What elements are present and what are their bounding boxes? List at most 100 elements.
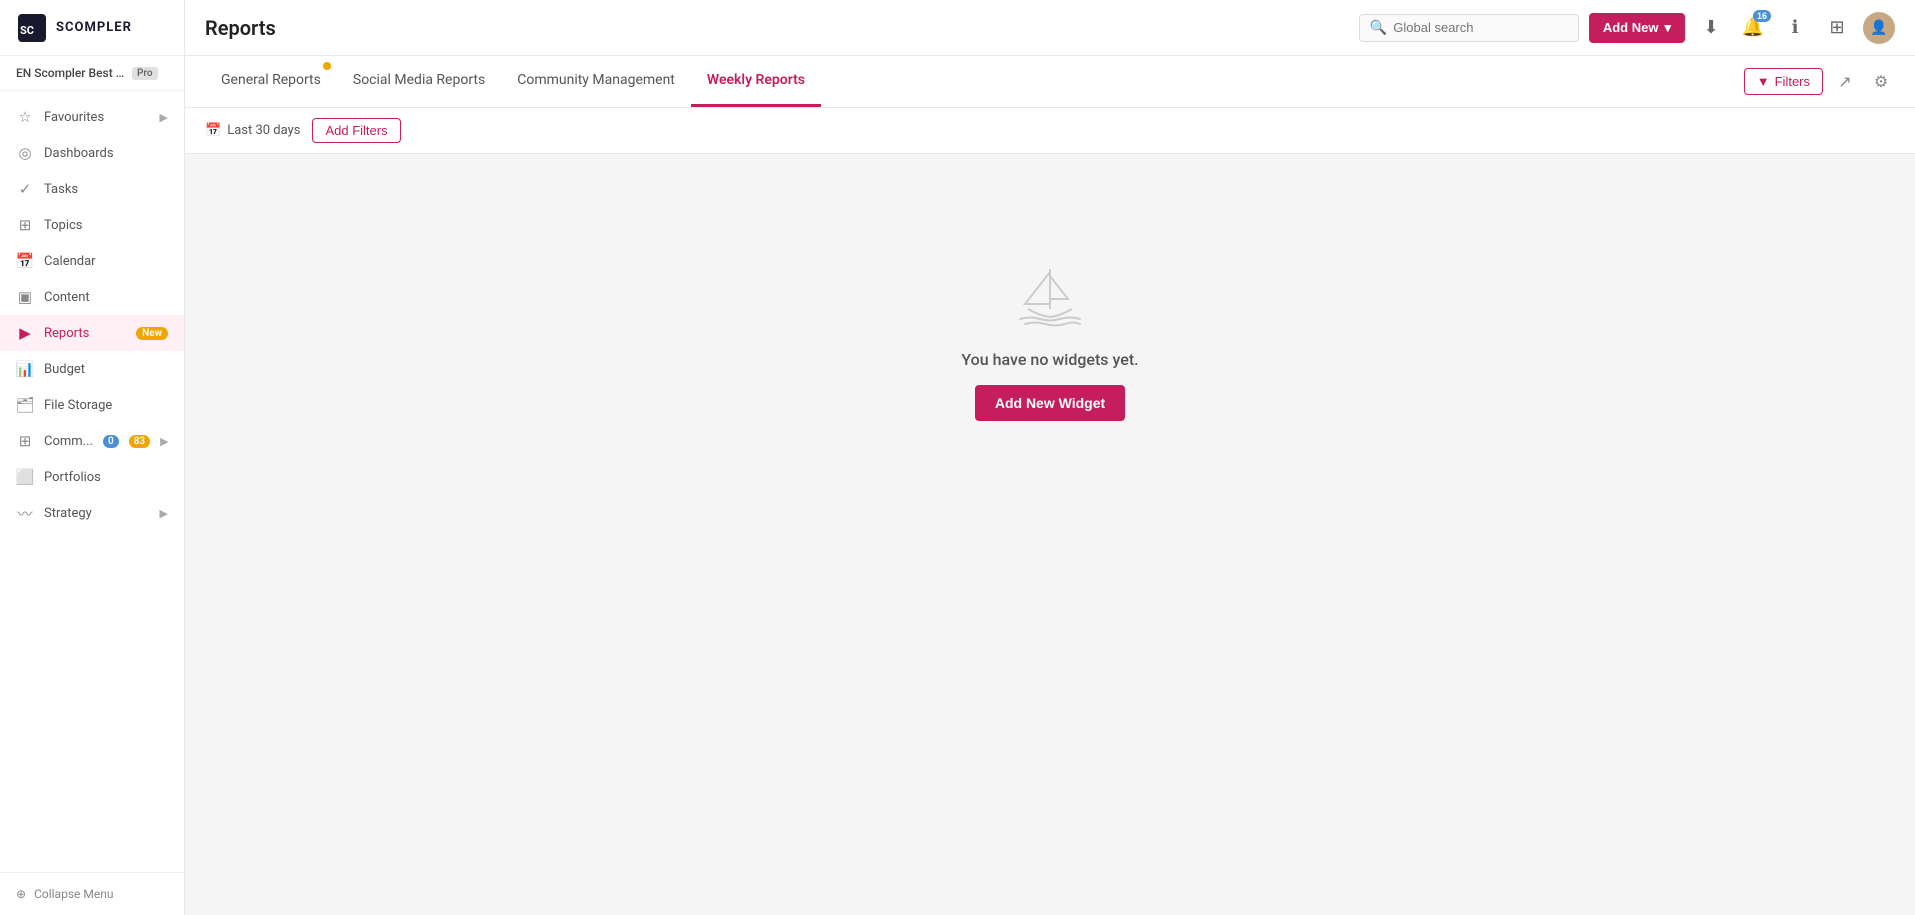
collapse-label: Collapse Menu (34, 887, 113, 901)
sidebar-label-favourites: Favourites (44, 110, 150, 125)
avatar-image: 👤 (1870, 20, 1887, 36)
tab-social-media-label: Social Media Reports (353, 72, 485, 88)
download-icon: ⬇ (1703, 17, 1718, 38)
download-button[interactable]: ⬇ (1695, 12, 1727, 44)
tab-actions: ▼ Filters ↗ ⚙ (1744, 68, 1895, 96)
add-filters-label: Add Filters (325, 123, 387, 138)
comms-badge-83: 83 (129, 435, 150, 448)
sidebar-item-budget[interactable]: 📊 Budget (0, 351, 184, 387)
comms-badge-0: 0 (103, 435, 119, 448)
pro-badge: Pro (132, 67, 158, 80)
sidebar-item-comms[interactable]: ⊞ Comm... 0 83 ▶ (0, 423, 184, 459)
add-new-chevron-icon: ▾ (1664, 20, 1671, 36)
settings-button[interactable]: ⚙ (1867, 68, 1895, 96)
filters-label: Filters (1775, 74, 1810, 89)
empty-state-title: You have no widgets yet. (961, 350, 1138, 369)
sidebar-label-comms: Comm... (44, 434, 93, 449)
comms-icon: ⊞ (16, 432, 34, 450)
apps-button[interactable]: ⊞ (1821, 12, 1853, 44)
sidebar-item-tasks[interactable]: ✓ Tasks (0, 171, 184, 207)
date-range-label: Last 30 days (227, 123, 300, 138)
tab-social-media-reports[interactable]: Social Media Reports (337, 56, 501, 107)
sidebar-item-calendar[interactable]: 📅 Calendar (0, 243, 184, 279)
file-storage-icon: 🗂 (16, 396, 34, 414)
logo-area: SC SCOMPLER (0, 0, 184, 56)
export-button[interactable]: ↗ (1831, 68, 1859, 96)
empty-state: You have no widgets yet. Add New Widget (185, 154, 1915, 521)
sidebar-item-portfolios[interactable]: ⬜ Portfolios (0, 459, 184, 495)
favourites-icon: ☆ (16, 108, 34, 126)
general-reports-dot-badge (323, 62, 331, 70)
tab-general-reports-label: General Reports (221, 72, 321, 88)
topics-icon: ⊞ (16, 216, 34, 234)
calendar-filter-icon: 📅 (205, 123, 221, 138)
collapse-icon: ⊕ (16, 887, 26, 901)
sidebar-item-topics[interactable]: ⊞ Topics (0, 207, 184, 243)
filter-icon: ▼ (1757, 74, 1770, 89)
main-content: Reports 🔍 Add New ▾ ⬇ 🔔 16 ℹ ⊞ (185, 0, 1915, 915)
sidebar-item-dashboards[interactable]: ◎ Dashboards (0, 135, 184, 171)
user-avatar[interactable]: 👤 (1863, 12, 1895, 44)
sub-header: General Reports Social Media Reports Com… (185, 56, 1915, 108)
empty-state-sailboat-icon (1010, 254, 1090, 334)
tab-community-management[interactable]: Community Management (501, 56, 691, 107)
tabs-container: General Reports Social Media Reports Com… (205, 56, 821, 107)
tasks-icon: ✓ (16, 180, 34, 198)
reports-icon: ▶ (16, 324, 34, 342)
tab-weekly-label: Weekly Reports (707, 72, 805, 88)
sidebar-item-strategy[interactable]: 〰 Strategy ▶ (0, 495, 184, 531)
comms-chevron-icon: ▶ (160, 435, 168, 448)
add-filters-button[interactable]: Add Filters (312, 118, 400, 143)
grid-icon: ⊞ (1829, 17, 1844, 38)
date-filter[interactable]: 📅 Last 30 days (205, 123, 300, 138)
info-button[interactable]: ℹ (1779, 12, 1811, 44)
search-input[interactable] (1393, 20, 1568, 35)
add-new-widget-button[interactable]: Add New Widget (975, 385, 1125, 421)
add-new-button[interactable]: Add New ▾ (1589, 13, 1685, 43)
workspace-name: EN Scompler Best Pra... (16, 66, 126, 80)
sidebar-item-favourites[interactable]: ☆ Favourites ▶ (0, 99, 184, 135)
chevron-icon: ▶ (160, 111, 168, 124)
sidebar-label-reports: Reports (44, 326, 126, 341)
info-icon: ℹ (1792, 17, 1799, 38)
sidebar-item-content[interactable]: ▣ Content (0, 279, 184, 315)
notifications-button[interactable]: 🔔 16 (1737, 12, 1769, 44)
search-icon: 🔍 (1370, 20, 1387, 36)
tab-community-label: Community Management (517, 72, 675, 88)
portfolios-icon: ⬜ (16, 468, 34, 486)
sidebar-label-topics: Topics (44, 218, 168, 233)
logo-text: SCOMPLER (56, 20, 132, 35)
tab-general-reports[interactable]: General Reports (205, 56, 337, 107)
strategy-chevron-icon: ▶ (160, 507, 168, 520)
notification-badge: 16 (1753, 10, 1771, 22)
sidebar-label-content: Content (44, 290, 168, 305)
sidebar-nav: ☆ Favourites ▶ ◎ Dashboards ✓ Tasks ⊞ To… (0, 91, 184, 872)
tab-weekly-reports[interactable]: Weekly Reports (691, 56, 821, 107)
dashboards-icon: ◎ (16, 144, 34, 162)
sidebar-label-file-storage: File Storage (44, 398, 168, 413)
export-icon: ↗ (1838, 72, 1851, 92)
sidebar-label-strategy: Strategy (44, 506, 150, 521)
collapse-menu-button[interactable]: ⊕ Collapse Menu (0, 872, 184, 915)
workspace-info[interactable]: EN Scompler Best Pra... Pro (0, 56, 184, 91)
sidebar-item-reports[interactable]: ▶ Reports New (0, 315, 184, 351)
strategy-icon: 〰 (16, 504, 34, 522)
top-header: Reports 🔍 Add New ▾ ⬇ 🔔 16 ℹ ⊞ (185, 0, 1915, 56)
scompler-logo: SC (16, 12, 48, 44)
budget-icon: 📊 (16, 360, 34, 378)
sidebar-label-calendar: Calendar (44, 254, 168, 269)
page-title: Reports (205, 16, 1343, 40)
sidebar: SC SCOMPLER EN Scompler Best Pra... Pro … (0, 0, 185, 915)
search-box[interactable]: 🔍 (1359, 14, 1579, 42)
calendar-icon: 📅 (16, 252, 34, 270)
filter-bar: 📅 Last 30 days Add Filters (185, 108, 1915, 154)
header-actions: 🔍 Add New ▾ ⬇ 🔔 16 ℹ ⊞ 👤 (1359, 12, 1895, 44)
sidebar-label-tasks: Tasks (44, 182, 168, 197)
gear-icon: ⚙ (1874, 72, 1888, 92)
reports-new-badge: New (136, 327, 168, 340)
sidebar-label-dashboards: Dashboards (44, 146, 168, 161)
sidebar-item-file-storage[interactable]: 🗂 File Storage (0, 387, 184, 423)
filters-button[interactable]: ▼ Filters (1744, 68, 1823, 95)
sidebar-label-budget: Budget (44, 362, 168, 377)
svg-text:SC: SC (20, 24, 34, 37)
